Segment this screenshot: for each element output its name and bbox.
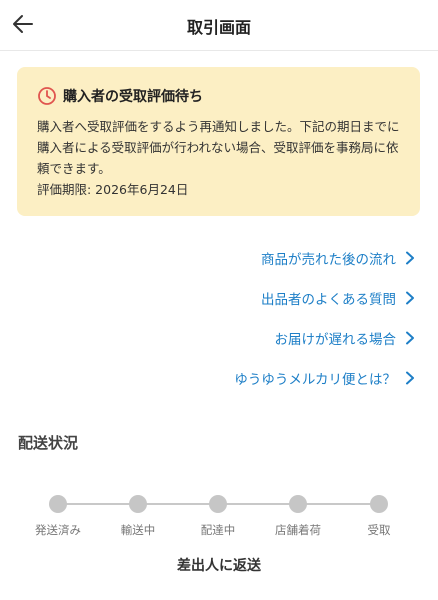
step-received: 受取 xyxy=(339,495,419,538)
step-dot xyxy=(209,495,227,513)
step-label: 店舗着荷 xyxy=(275,523,321,537)
link-flow-after-sale[interactable]: 商品が売れた後の流れ xyxy=(116,238,416,278)
chevron-right-icon xyxy=(404,371,416,385)
clock-icon xyxy=(37,86,57,106)
notice-banner: 購入者の受取評価待ち 購入者へ受取評価をするよう再通知しました。下記の期日までに… xyxy=(17,67,420,216)
step-label: 配達中 xyxy=(200,523,236,537)
help-links: 商品が売れた後の流れ 出品者のよくある質問 お届けが遅れる場合 ゆうゆうメルカリ… xyxy=(116,238,416,398)
step-label: 発送済み xyxy=(35,523,81,537)
step-dot xyxy=(129,495,147,513)
return-to-sender-status: 差出人に返送 xyxy=(177,558,261,574)
link-seller-faq[interactable]: 出品者のよくある質問 xyxy=(116,278,416,318)
step-dot xyxy=(49,495,67,513)
step-arrived-at-store: 店舗着荷 xyxy=(258,495,338,538)
link-label: ゆうゆうメルカリ便とは？ xyxy=(234,372,396,388)
chevron-right-icon xyxy=(404,251,416,265)
link-delivery-delay[interactable]: お届けが遅れる場合 xyxy=(116,318,416,358)
step-dot xyxy=(370,495,388,513)
link-label: 出品者のよくある質問 xyxy=(261,292,396,308)
link-label: 商品が売れた後の流れ xyxy=(261,252,396,268)
link-yuyu-mercari-bin[interactable]: ゆうゆうメルカリ便とは？ xyxy=(116,358,416,398)
chevron-right-icon xyxy=(404,331,416,345)
notice-title: 購入者の受取評価待ち xyxy=(63,89,203,105)
notice-header: 購入者の受取評価待ち xyxy=(37,85,404,107)
link-label: お届けが遅れる場合 xyxy=(274,332,397,348)
app-header: 取引画面 xyxy=(0,0,438,51)
step-out-for-delivery: 配達中 xyxy=(178,495,258,538)
step-label: 受取 xyxy=(367,523,391,537)
step-shipped: 発送済み xyxy=(18,495,98,538)
step-in-transit: 輸送中 xyxy=(98,495,178,538)
evaluation-deadline: 評価期限: 2026年6月24日 xyxy=(37,182,189,197)
step-label: 輸送中 xyxy=(120,523,156,537)
chevron-right-icon xyxy=(404,291,416,305)
page-title: 取引画面 xyxy=(186,18,251,37)
delivery-progress-tracker: 発送済み 輸送中 配達中 店舗着荷 受取 xyxy=(0,485,438,538)
delivery-status-heading: 配送状況 xyxy=(18,434,79,452)
step-dot xyxy=(289,495,307,513)
notice-message: 購入者へ受取評価をするよう再通知しました。下記の期日までに購入者による受取評価が… xyxy=(37,119,400,176)
